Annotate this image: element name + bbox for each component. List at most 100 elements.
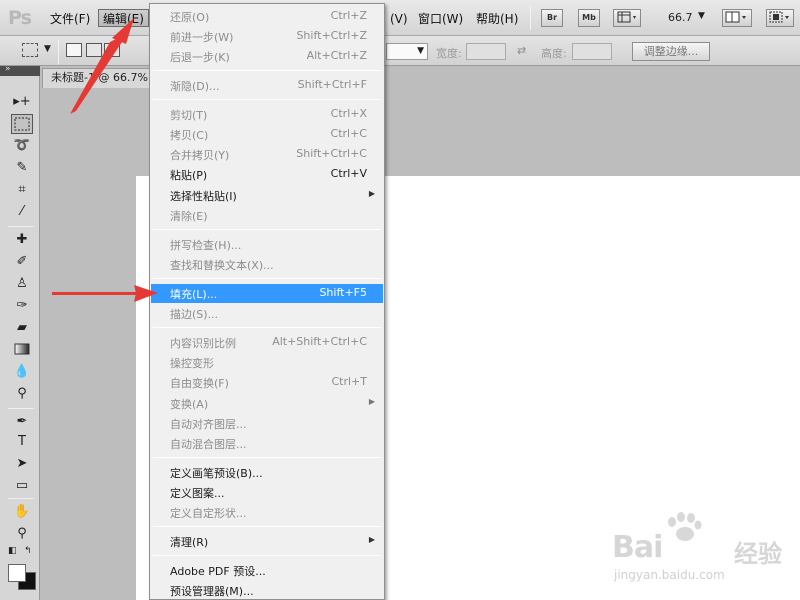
history-brush-tool-icon[interactable]: ✑ bbox=[11, 296, 33, 316]
brush-tool-icon[interactable]: ✐ bbox=[11, 252, 33, 272]
menu-item-undo[interactable]: 还原(O) Ctrl+Z bbox=[151, 7, 383, 26]
clone-stamp-tool-icon[interactable]: ♙ bbox=[11, 274, 33, 294]
menu-item-step-backward[interactable]: 后退一步(K) Alt+Ctrl+Z bbox=[151, 47, 383, 66]
rectangle-tool-icon[interactable]: ▭ bbox=[11, 476, 33, 496]
eyedropper-tool-icon[interactable]: ⁄ bbox=[11, 202, 33, 222]
menu-item-step-forward[interactable]: 前进一步(W) Shift+Ctrl+Z bbox=[151, 27, 383, 46]
height-field[interactable] bbox=[572, 43, 612, 60]
watermark-brand: Bai bbox=[612, 530, 663, 565]
menu-item-preset-manager[interactable]: 预设管理器(M)... bbox=[151, 581, 383, 600]
chevron-down-icon[interactable]: ▼ bbox=[44, 44, 51, 54]
arrange-documents-button[interactable] bbox=[722, 9, 752, 27]
screen-mode-icon bbox=[769, 11, 789, 23]
switch-colors-icon[interactable]: ↰ bbox=[24, 546, 38, 558]
lasso-tool-icon[interactable]: ➰ bbox=[11, 136, 33, 156]
healing-brush-tool-icon[interactable]: ✚ bbox=[11, 230, 33, 250]
menu-separator bbox=[153, 327, 381, 328]
menu-item-auto-align-layers[interactable]: 自动对齐图层... bbox=[151, 414, 383, 433]
tools-panel-header[interactable]: » bbox=[0, 64, 40, 76]
tools-panel: » ▸+ ➰ ✎ ⌗ ⁄ ✚ ✐ ♙ ✑ ▰ 💧 ⚲ ✒ T ➤ ▭ ✋ ⚲ ◧… bbox=[0, 64, 40, 600]
menu-help[interactable]: 帮助(H) bbox=[476, 11, 518, 29]
marquee-tool-icon[interactable] bbox=[11, 114, 33, 134]
grid-icon bbox=[617, 11, 636, 23]
menu-separator bbox=[153, 457, 381, 458]
screen-mode-button[interactable] bbox=[766, 9, 794, 27]
watermark-brand-suffix: 经验 bbox=[734, 540, 782, 568]
photoshop-logo: Ps bbox=[8, 7, 32, 29]
eraser-tool-icon[interactable]: ▰ bbox=[11, 318, 33, 338]
menu-item-fade[interactable]: 渐隐(D)... Shift+Ctrl+F bbox=[151, 76, 383, 95]
default-colors-icon[interactable]: ◧ bbox=[8, 546, 22, 558]
menu-bar: Ps 文件(F) 编辑(E) (V) 窗口(W) 帮助(H) Br Mb 66.… bbox=[0, 0, 800, 36]
path-selection-tool-icon[interactable]: ➤ bbox=[11, 454, 33, 474]
menu-separator bbox=[153, 278, 381, 279]
menu-item-check-spelling[interactable]: 拼写检查(H)... bbox=[151, 235, 383, 254]
zoom-level[interactable]: 66.7 bbox=[668, 11, 693, 24]
move-tool-icon[interactable]: ▸+ bbox=[11, 92, 33, 112]
options-divider bbox=[58, 40, 59, 64]
menu-item-content-aware-scale[interactable]: 内容识别比例 Alt+Shift+Ctrl+C bbox=[151, 333, 383, 352]
crop-tool-icon[interactable]: ⌗ bbox=[11, 180, 33, 200]
width-field[interactable] bbox=[466, 43, 506, 60]
menu-edit[interactable]: 编辑(E) bbox=[98, 9, 149, 27]
menu-item-define-custom-shape[interactable]: 定义自定形状... bbox=[151, 503, 383, 522]
watermark-url: jingyan.baidu.com bbox=[614, 568, 725, 582]
pen-tool-icon[interactable]: ✒ bbox=[11, 412, 33, 432]
blur-tool-icon[interactable]: 💧 bbox=[11, 362, 33, 382]
submenu-arrow-icon: ▶ bbox=[368, 397, 375, 406]
menu-item-clear[interactable]: 清除(E) bbox=[151, 206, 383, 225]
menu-item-define-pattern[interactable]: 定义图案... bbox=[151, 483, 383, 502]
menu-item-copy[interactable]: 拷贝(C) Ctrl+C bbox=[151, 125, 383, 144]
menu-separator bbox=[153, 70, 381, 71]
menu-item-paste[interactable]: 粘贴(P) Ctrl+V bbox=[151, 165, 383, 184]
mini-bridge-button[interactable]: Mb bbox=[578, 9, 600, 27]
menu-item-define-brush-preset[interactable]: 定义画笔预设(B)... bbox=[151, 463, 383, 482]
submenu-arrow-icon: ▶ bbox=[368, 189, 375, 198]
edit-menu-dropdown: 还原(O) Ctrl+Z 前进一步(W) Shift+Ctrl+Z 后退一步(K) A… bbox=[149, 3, 385, 600]
menu-view[interactable]: (V) bbox=[390, 11, 408, 29]
document-tab[interactable]: 未标题-1 @ 66.7% bbox=[42, 68, 152, 88]
gradient-tool-icon[interactable] bbox=[11, 340, 33, 360]
menu-item-purge[interactable]: 清理(R) ▶ bbox=[151, 532, 383, 551]
menu-item-fill[interactable]: 填充(L)... Shift+F5 bbox=[151, 284, 383, 303]
menu-item-stroke[interactable]: 描边(S)... bbox=[151, 304, 383, 323]
style-select[interactable]: ▼ bbox=[386, 43, 428, 60]
tools-divider bbox=[8, 226, 34, 227]
swap-icon[interactable]: ⇄ bbox=[517, 44, 526, 57]
quick-selection-tool-icon[interactable]: ✎ bbox=[11, 158, 33, 178]
menu-separator bbox=[153, 526, 381, 527]
dodge-tool-icon[interactable]: ⚲ bbox=[11, 384, 33, 404]
refine-edge-button[interactable]: 调整边缘... bbox=[632, 42, 710, 61]
menu-file[interactable]: 文件(F) bbox=[50, 11, 90, 29]
zoom-tool-icon[interactable]: ⚲ bbox=[11, 524, 33, 544]
type-tool-icon[interactable]: T bbox=[11, 432, 33, 452]
menu-item-find-replace-text[interactable]: 查找和替换文本(X)... bbox=[151, 255, 383, 274]
width-label: 宽度: bbox=[436, 47, 462, 60]
subtract-from-selection-icon[interactable] bbox=[104, 43, 120, 57]
new-selection-icon[interactable] bbox=[66, 43, 82, 57]
menu-item-adobe-pdf-presets[interactable]: Adobe PDF 预设... bbox=[151, 561, 383, 580]
menu-item-paste-special[interactable]: 选择性粘贴(I) ▶ bbox=[151, 186, 383, 205]
add-to-selection-icon[interactable] bbox=[86, 43, 102, 57]
hand-tool-icon[interactable]: ✋ bbox=[11, 502, 33, 522]
tools-divider bbox=[8, 498, 34, 499]
view-extras-button[interactable] bbox=[613, 9, 641, 27]
menu-item-transform[interactable]: 变换(A) ▶ bbox=[151, 394, 383, 413]
tools-divider bbox=[8, 408, 34, 409]
options-bar: ▼ ▼ 宽度: ⇄ 高度: 调整边缘... bbox=[0, 36, 800, 66]
menu-separator bbox=[153, 555, 381, 556]
chevron-down-icon[interactable]: ▼ bbox=[698, 11, 705, 21]
submenu-arrow-icon: ▶ bbox=[368, 535, 375, 544]
menu-item-cut[interactable]: 剪切(T) Ctrl+X bbox=[151, 105, 383, 124]
menu-item-copy-merged[interactable]: 合并拷贝(Y) Shift+Ctrl+C bbox=[151, 145, 383, 164]
menu-item-auto-blend-layers[interactable]: 自动混合图层... bbox=[151, 434, 383, 453]
collapse-icon[interactable]: » bbox=[5, 64, 11, 74]
rectangular-marquee-icon[interactable] bbox=[22, 43, 38, 57]
height-label: 高度: bbox=[541, 47, 567, 60]
menu-item-puppet-warp[interactable]: 操控变形 bbox=[151, 353, 383, 372]
menu-item-free-transform[interactable]: 自由变换(F) Ctrl+T bbox=[151, 373, 383, 392]
foreground-color-swatch[interactable] bbox=[8, 564, 26, 582]
menu-window[interactable]: 窗口(W) bbox=[418, 11, 463, 29]
bridge-button[interactable]: Br bbox=[541, 9, 563, 27]
watermark: Bai 经验 jingyan.baidu.com bbox=[612, 512, 792, 592]
